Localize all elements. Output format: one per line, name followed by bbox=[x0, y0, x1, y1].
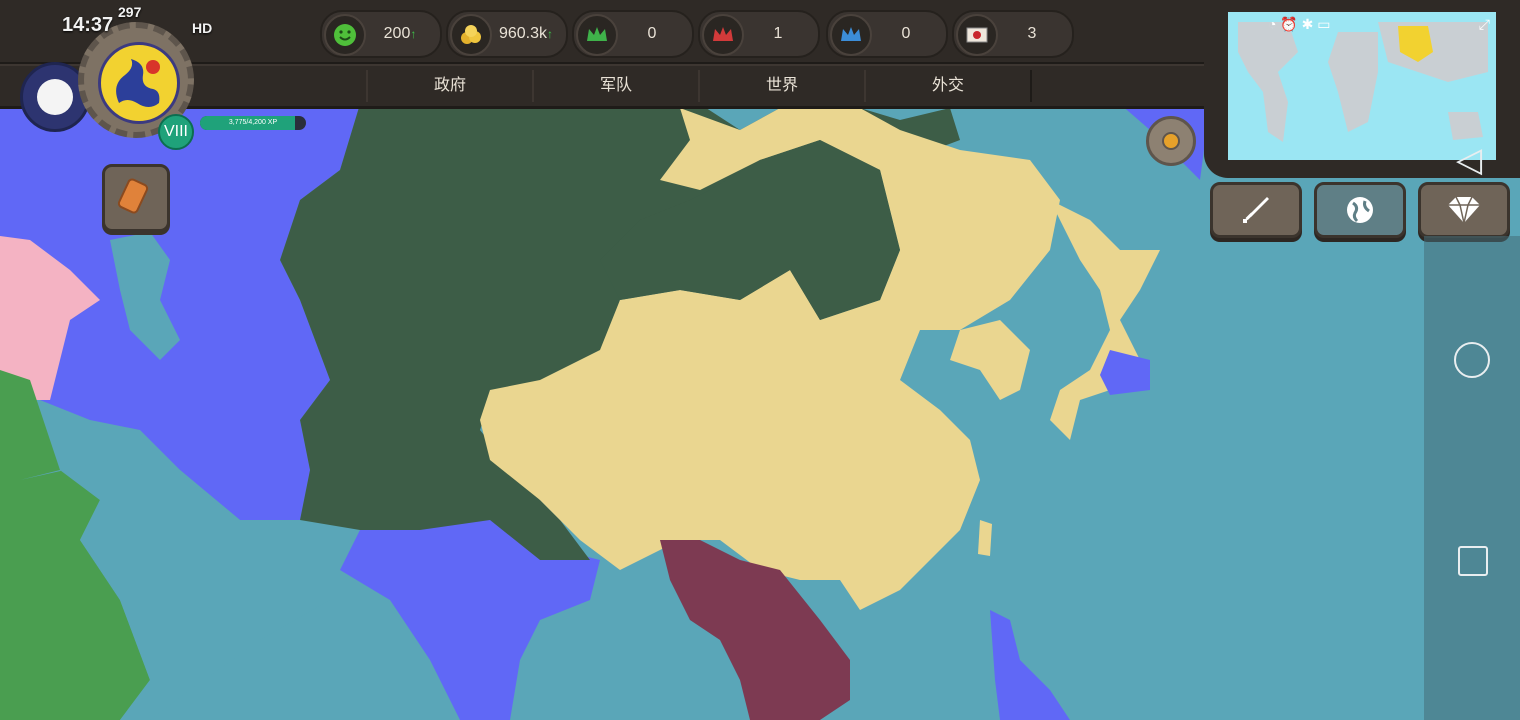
smiley-icon bbox=[324, 14, 366, 56]
xp-bar: 3,775/4,200 XP bbox=[200, 116, 306, 130]
minimap-americas bbox=[1238, 22, 1298, 142]
resource-happiness[interactable]: 200↑ bbox=[320, 10, 442, 58]
tab-diplomacy[interactable]: 外交 bbox=[864, 70, 1032, 102]
joystick-dot bbox=[37, 79, 73, 115]
diamond-icon bbox=[1448, 196, 1480, 224]
envoy-value: 3 bbox=[1027, 25, 1037, 42]
region-taiwan[interactable] bbox=[978, 520, 992, 556]
happiness-value: 200 bbox=[383, 25, 411, 42]
scroll-icon bbox=[117, 178, 149, 214]
minimap[interactable]: ◔ ⏰ ✱ ▭ ⤢ bbox=[1228, 12, 1496, 160]
green-crown-value: 0 bbox=[647, 25, 657, 42]
minimap-status-icons: ◔ ⏰ ✱ ▭ bbox=[1268, 16, 1331, 32]
resource-envoy[interactable]: 3 bbox=[952, 10, 1074, 58]
premium-button[interactable] bbox=[1418, 182, 1510, 238]
resource-green-crown[interactable]: 0 bbox=[572, 10, 694, 58]
happiness-trend-arrow: ↑ bbox=[410, 27, 417, 41]
minimap-europe-africa bbox=[1328, 32, 1378, 132]
red-crown-value: 1 bbox=[773, 25, 783, 42]
gear-icon bbox=[1162, 132, 1180, 150]
world-view-button[interactable] bbox=[1314, 182, 1406, 238]
envelope-icon bbox=[956, 14, 998, 56]
gold-trend-arrow: ↑ bbox=[547, 27, 554, 41]
tab-army[interactable]: 军队 bbox=[532, 70, 700, 102]
coins-icon bbox=[450, 14, 492, 56]
player-level-badge: VIII bbox=[158, 114, 194, 150]
settings-gear-button[interactable] bbox=[1146, 116, 1196, 166]
recents-nav-icon[interactable] bbox=[1458, 546, 1488, 576]
tab-government[interactable]: 政府 bbox=[366, 70, 534, 102]
network-label: HD bbox=[192, 20, 213, 36]
signal-badge: 297 bbox=[118, 4, 142, 20]
resource-red-crown[interactable]: 1 bbox=[698, 10, 820, 58]
scroll-button[interactable] bbox=[102, 164, 170, 232]
dragon-flag-icon bbox=[98, 42, 180, 124]
war-button[interactable] bbox=[1210, 182, 1302, 238]
blue-crown-value: 0 bbox=[901, 25, 911, 42]
clock: 14:37 bbox=[62, 14, 114, 36]
system-nav-bar bbox=[1424, 236, 1520, 720]
home-nav-icon[interactable] bbox=[1454, 342, 1490, 378]
fullscreen-icon[interactable]: ⤢ bbox=[1479, 16, 1490, 33]
crown-blue-icon bbox=[830, 14, 872, 56]
sword-icon bbox=[1243, 197, 1269, 223]
tab-world[interactable]: 世界 bbox=[698, 70, 866, 102]
back-nav-icon[interactable]: ◁ bbox=[1456, 140, 1482, 180]
xp-text: 3,775/4,200 XP bbox=[228, 119, 278, 126]
crown-green-icon bbox=[576, 14, 618, 56]
crown-red-icon bbox=[702, 14, 744, 56]
minimap-australia bbox=[1448, 112, 1483, 140]
gold-value: 960.3k bbox=[498, 25, 548, 42]
resource-gold[interactable]: 960.3k↑ bbox=[446, 10, 568, 58]
resource-blue-crown[interactable]: 0 bbox=[826, 10, 948, 58]
status-bar: 14:37 297 HD bbox=[62, 4, 212, 37]
globe-icon bbox=[1347, 197, 1373, 223]
